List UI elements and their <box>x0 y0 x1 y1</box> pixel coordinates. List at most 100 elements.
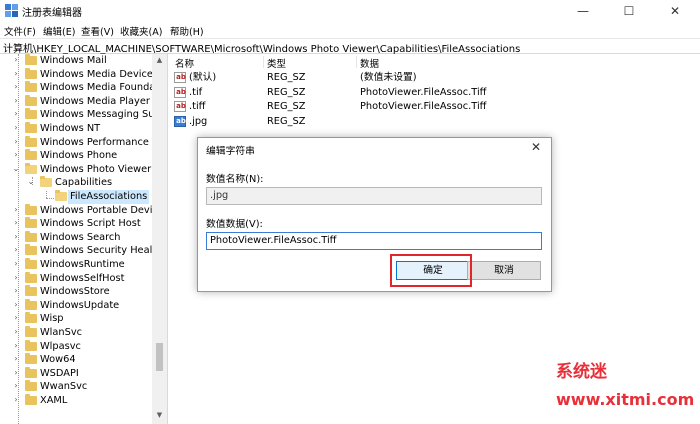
tree-item[interactable]: › Windows Mail <box>0 54 167 68</box>
cancel-button[interactable]: 取消 <box>467 261 541 280</box>
tree-item[interactable]: › Wisp <box>0 312 167 326</box>
tree-item-label: Windows Media Foundati <box>40 82 162 94</box>
minimize-button[interactable]: — <box>560 0 606 22</box>
chevron-right-icon[interactable]: › <box>12 109 20 118</box>
folder-open-icon <box>40 176 52 188</box>
tree-item[interactable]: › WindowsSelfHost <box>0 271 167 286</box>
tree-item-label: Windows NT <box>40 123 101 134</box>
chevron-right-icon[interactable]: › <box>12 232 20 241</box>
menu-edit[interactable]: 编辑(E) <box>43 24 75 38</box>
chevron-right-icon[interactable]: › <box>12 69 20 78</box>
tree-item[interactable]: › Windows Media Player N <box>0 94 167 109</box>
chevron-right-icon[interactable]: › <box>12 150 20 159</box>
chevron-right-icon[interactable]: › <box>12 395 20 404</box>
address-path: 计算机\HKEY_LOCAL_MACHINE\SOFTWARE\Microsof… <box>3 44 521 55</box>
value-row[interactable]: ab (默认) REG_SZ (数值未设置) <box>171 71 700 85</box>
tree-item[interactable]: › Windows Media Foundati <box>0 81 167 95</box>
address-bar[interactable]: 计算机\HKEY_LOCAL_MACHINE\SOFTWARE\Microsof… <box>0 38 700 55</box>
folder-icon <box>25 67 37 79</box>
tree-item-windows-photo-viewer[interactable]: ⌄ Windows Photo Viewer <box>0 162 167 177</box>
menu-favorites[interactable]: 收藏夹(A) <box>120 24 162 38</box>
column-header-data[interactable]: 数据 <box>360 56 379 70</box>
tree-item-label: Windows Messaging Sub <box>40 109 161 121</box>
tree-item[interactable]: › Windows Security Health <box>0 244 167 258</box>
maximize-button[interactable]: ☐ <box>606 0 652 22</box>
chevron-right-icon[interactable]: › <box>12 218 20 227</box>
column-divider[interactable] <box>356 56 357 68</box>
menu-view[interactable]: 查看(V) <box>81 24 114 38</box>
value-row[interactable]: ab .tiff REG_SZ PhotoViewer.FileAssoc.Ti… <box>171 100 700 114</box>
column-header-type[interactable]: 类型 <box>267 56 286 70</box>
tree-item[interactable]: › WindowsStore <box>0 285 167 299</box>
tree-item[interactable]: › Windows Media Device M <box>0 67 167 82</box>
string-value-icon: ab <box>174 72 186 83</box>
chevron-right-icon[interactable]: › <box>12 273 20 282</box>
chevron-right-icon[interactable]: › <box>12 341 20 350</box>
chevron-right-icon[interactable]: › <box>12 55 20 64</box>
tree-item[interactable]: › Windows Portable Device <box>0 203 167 218</box>
chevron-right-icon[interactable]: › <box>12 313 20 322</box>
tree-item[interactable]: › WindowsUpdate <box>0 298 167 313</box>
tree-item[interactable]: › XAML <box>0 394 167 408</box>
tree-item[interactable]: › Windows Phone <box>0 149 167 163</box>
value-row[interactable]: ab .tif REG_SZ PhotoViewer.FileAssoc.Tif… <box>171 86 700 100</box>
value-name-field[interactable]: .jpg <box>206 187 542 205</box>
chevron-right-icon[interactable]: › <box>12 327 20 336</box>
chevron-right-icon[interactable]: › <box>12 137 20 146</box>
chevron-right-icon[interactable]: › <box>12 368 20 377</box>
chevron-right-icon[interactable]: › <box>12 286 20 295</box>
close-button[interactable]: ✕ <box>652 0 698 22</box>
chevron-down-icon[interactable]: ⌄ <box>12 164 20 173</box>
chevron-right-icon[interactable]: › <box>12 82 20 91</box>
dialog-title: 编辑字符串 <box>206 146 255 157</box>
tree-item-label: XAML <box>40 395 68 406</box>
chevron-right-icon[interactable]: › <box>12 205 20 214</box>
folder-icon <box>25 380 37 392</box>
tree-pane[interactable]: › Windows Mail › Windows Media Device M … <box>0 54 167 424</box>
value-type: REG_SZ <box>267 115 306 127</box>
value-name-label: 数值名称(N): <box>206 174 264 185</box>
chevron-right-icon[interactable]: › <box>12 259 20 268</box>
tree-item[interactable]: › Windows Script Host <box>0 217 167 231</box>
value-data-input[interactable]: PhotoViewer.FileAssoc.Tiff <box>206 232 542 250</box>
scroll-down-icon[interactable]: ▼ <box>152 409 167 422</box>
tree-item[interactable]: › Windows Performance To <box>0 135 167 150</box>
tree-item-label: Wisp <box>40 313 64 325</box>
string-value-icon: ab <box>174 115 186 127</box>
tree-item[interactable]: › WSDAPI <box>0 366 167 381</box>
tree-item-label: Wlpasvc <box>40 340 81 352</box>
chevron-right-icon[interactable]: › <box>12 123 20 132</box>
column-divider[interactable] <box>263 56 264 68</box>
chevron-right-icon[interactable]: › <box>12 381 20 390</box>
dialog-close-icon[interactable]: ✕ <box>527 140 545 154</box>
tree-item-label: Windows Script Host <box>40 218 141 230</box>
tree-item-label: FileAssociations <box>68 190 150 204</box>
tree-item[interactable]: › Windows Messaging Sub <box>0 108 167 122</box>
folder-icon <box>25 353 37 365</box>
value-data: (数值未设置) <box>360 72 417 83</box>
tree-item[interactable]: › WwanSvc <box>0 380 167 394</box>
tree-item[interactable]: › Wlpasvc <box>0 339 167 354</box>
tree-item[interactable]: › WindowsRuntime <box>0 258 167 272</box>
column-header-name[interactable]: 名称 <box>175 56 194 70</box>
tree-item[interactable]: › Wow64 <box>0 353 167 367</box>
chevron-down-icon[interactable]: ⌄ <box>27 177 35 186</box>
menu-file[interactable]: 文件(F) <box>4 24 36 38</box>
scroll-up-icon[interactable]: ▲ <box>152 54 167 67</box>
tree-item-file-associations[interactable]: FileAssociations <box>0 190 167 204</box>
chevron-right-icon[interactable]: › <box>12 96 20 105</box>
folder-icon <box>25 326 37 337</box>
tree-item[interactable]: › WlanSvc <box>0 326 167 340</box>
value-row-selected[interactable]: ab .jpg REG_SZ <box>171 115 700 129</box>
tree-scroll-thumb[interactable] <box>156 343 163 371</box>
tree-item[interactable]: › Windows NT <box>0 122 167 136</box>
folder-icon <box>25 94 37 106</box>
tree-item[interactable]: › Windows Search <box>0 230 167 245</box>
chevron-right-icon[interactable]: › <box>12 245 20 254</box>
chevron-right-icon[interactable]: › <box>12 354 20 363</box>
folder-icon <box>25 230 37 242</box>
menu-help[interactable]: 帮助(H) <box>170 24 204 38</box>
chevron-right-icon[interactable]: › <box>12 300 20 309</box>
tree-item-capabilities[interactable]: ⌄ Capabilities <box>0 176 167 190</box>
tree-item-label: WindowsSelfHost <box>40 272 125 284</box>
